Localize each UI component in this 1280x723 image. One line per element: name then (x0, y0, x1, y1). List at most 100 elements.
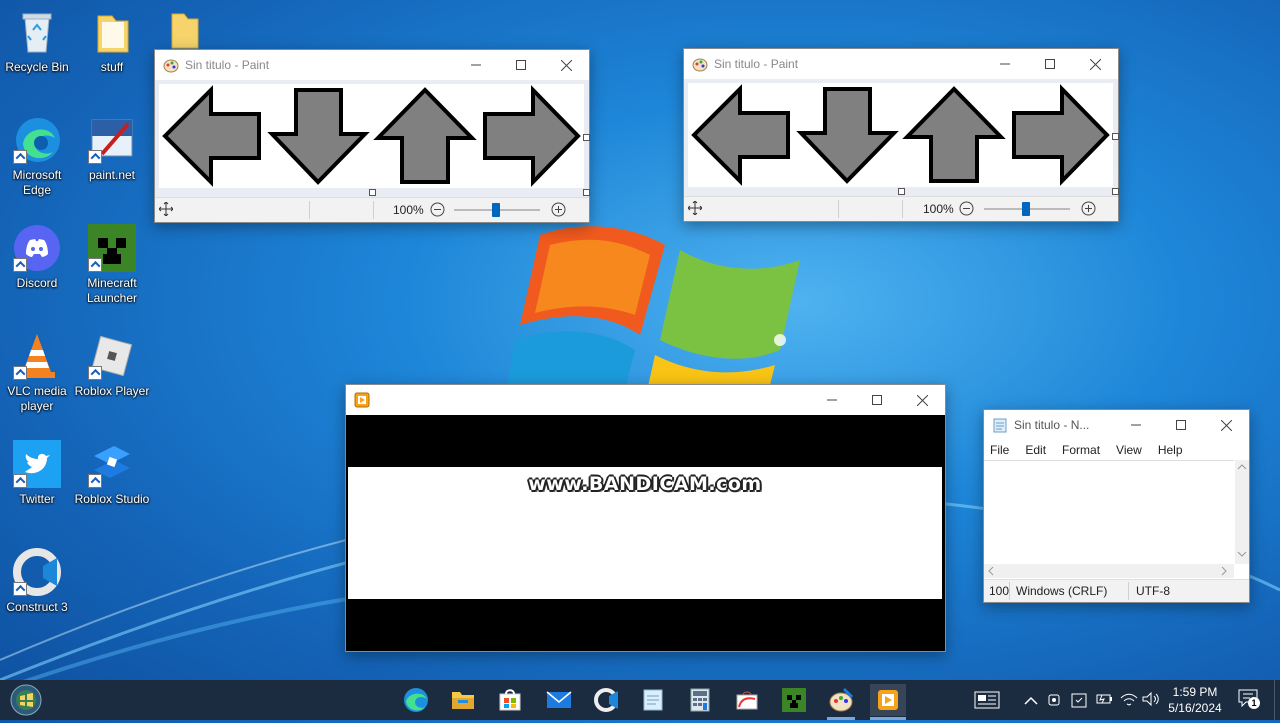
bandicam-window[interactable]: www.BANDICAM.com (345, 384, 946, 652)
taskbar-paint-net[interactable] (823, 684, 859, 716)
desktop-icon-paint-net[interactable]: paint.net (74, 116, 150, 183)
arrows-drawing (691, 84, 1110, 186)
menu-format[interactable]: Format (1062, 443, 1100, 457)
security-tray-icon[interactable] (1071, 691, 1087, 712)
news-widget-icon[interactable] (974, 691, 1000, 712)
maximize-button[interactable] (854, 385, 900, 415)
resize-handle[interactable] (583, 134, 590, 141)
canvas[interactable] (159, 84, 584, 188)
desktop-icon-stuff[interactable]: stuff (74, 8, 150, 75)
close-button[interactable] (1072, 49, 1118, 79)
vertical-scrollbar[interactable] (1235, 460, 1249, 564)
clock[interactable]: 1:59 PM 5/16/2024 (1164, 684, 1226, 716)
maximize-button[interactable] (1027, 49, 1073, 79)
show-desktop-button[interactable] (1274, 680, 1280, 720)
resize-handle[interactable] (369, 189, 376, 196)
zoom-in-button[interactable] (1081, 201, 1096, 219)
text-editor[interactable] (984, 460, 1234, 565)
taskbar-edge[interactable] (398, 684, 434, 716)
minimize-button[interactable] (1113, 410, 1159, 440)
zoom-out-button[interactable] (959, 201, 974, 219)
up-arrow-shape (902, 86, 1006, 183)
camera-tray-icon[interactable] (1047, 692, 1063, 711)
resize-handle[interactable] (898, 188, 905, 195)
menu-bar: File Edit Format View Help (984, 440, 1249, 460)
menu-edit[interactable]: Edit (1025, 443, 1046, 457)
taskbar-file-explorer[interactable] (445, 684, 481, 716)
canvas[interactable] (688, 83, 1113, 187)
clock-time: 1:59 PM (1172, 685, 1218, 699)
title-bar[interactable]: Sin titulo - N... (984, 410, 1249, 440)
start-button[interactable] (8, 682, 44, 718)
menu-view[interactable]: View (1116, 443, 1142, 457)
paint-window-left[interactable]: Sin titulo - Paint 100% (154, 49, 590, 223)
taskbar-construct[interactable] (588, 684, 624, 716)
bandicam-icon (354, 392, 370, 408)
minimize-icon (827, 399, 837, 401)
resize-handle[interactable] (1112, 133, 1119, 140)
taskbar-bandicam[interactable] (870, 684, 906, 716)
title-bar[interactable] (346, 385, 945, 415)
zoom-in-button[interactable] (551, 202, 566, 220)
desktop-icon-label: Roblox Studio (74, 492, 150, 506)
minecraft-icon (782, 688, 806, 712)
zoom-slider[interactable] (454, 203, 540, 217)
edge-icon (13, 116, 61, 164)
horizontal-scrollbar[interactable] (984, 564, 1234, 578)
desktop-icon-label: Construct 3 (6, 600, 68, 614)
desktop-icon-recycle-bin[interactable]: Recycle Bin (0, 8, 75, 75)
desktop-icon-minecraft-launcher[interactable]: Minecraft Launcher (74, 224, 150, 306)
menu-file[interactable]: File (990, 443, 1009, 457)
maximize-icon (516, 60, 526, 70)
title-bar[interactable]: Sin titulo - Paint (684, 49, 1118, 79)
resize-handle[interactable] (583, 189, 590, 196)
zoom-slider-thumb[interactable] (492, 203, 500, 217)
status-zoom: 100 (989, 584, 1009, 598)
zoom-out-button[interactable] (430, 202, 445, 220)
desktop-icon-label: paint.net (88, 168, 136, 182)
desktop-icon-label: VLC media player (7, 384, 67, 413)
close-button[interactable] (543, 50, 589, 80)
notepad-window[interactable]: Sin titulo - N... File Edit Format View … (983, 409, 1250, 603)
desktop-icon-roblox-studio[interactable]: Roblox Studio (74, 440, 150, 507)
desktop-icon-construct-3[interactable]: Construct 3 (0, 548, 75, 615)
vlc-icon (13, 332, 61, 380)
title-bar[interactable]: Sin titulo - Paint (155, 50, 589, 80)
close-button[interactable] (1203, 410, 1249, 440)
zoom-out-icon (959, 201, 974, 216)
roblox-studio-icon (88, 440, 136, 488)
taskbar-store[interactable] (492, 684, 528, 716)
minimize-button[interactable] (982, 49, 1028, 79)
desktop-icon-discord[interactable]: Discord (0, 224, 75, 291)
taskbar-calculator[interactable] (682, 684, 718, 716)
battery-icon[interactable] (1096, 692, 1114, 709)
chevron-up-icon[interactable] (1024, 693, 1038, 709)
zoom-slider-thumb[interactable] (1022, 202, 1030, 216)
construct-icon (13, 548, 61, 596)
close-button[interactable] (899, 385, 945, 415)
maximize-button[interactable] (498, 50, 544, 80)
notifications-button[interactable]: 1 (1238, 689, 1260, 711)
down-arrow-shape (267, 88, 370, 185)
desktop-icon-roblox-player[interactable]: Roblox Player (74, 332, 150, 399)
notepad-icon (992, 417, 1008, 433)
desktop-icon-twitter[interactable]: Twitter (0, 440, 75, 507)
taskbar-minecraft[interactable] (776, 684, 812, 716)
paint-window-right[interactable]: Sin titulo - Paint 100% (683, 48, 1119, 222)
minimize-button[interactable] (809, 385, 855, 415)
menu-help[interactable]: Help (1158, 443, 1183, 457)
zoom-slider[interactable] (984, 202, 1070, 216)
paintnet-icon (829, 687, 854, 712)
volume-icon[interactable] (1142, 691, 1160, 709)
minimize-button[interactable] (453, 50, 499, 80)
desktop-icon-microsoft-edge[interactable]: Microsoft Edge (0, 116, 75, 198)
taskbar-notepad[interactable] (635, 684, 671, 716)
taskbar-mail[interactable] (541, 684, 577, 716)
desktop-icon-vlc[interactable]: VLC media player (0, 332, 75, 414)
wifi-icon[interactable] (1120, 692, 1138, 709)
maximize-button[interactable] (1158, 410, 1204, 440)
notification-badge: 1 (1248, 697, 1260, 709)
taskbar-paint[interactable] (729, 684, 765, 716)
calculator-icon (690, 688, 710, 712)
resize-handle[interactable] (1112, 188, 1119, 195)
